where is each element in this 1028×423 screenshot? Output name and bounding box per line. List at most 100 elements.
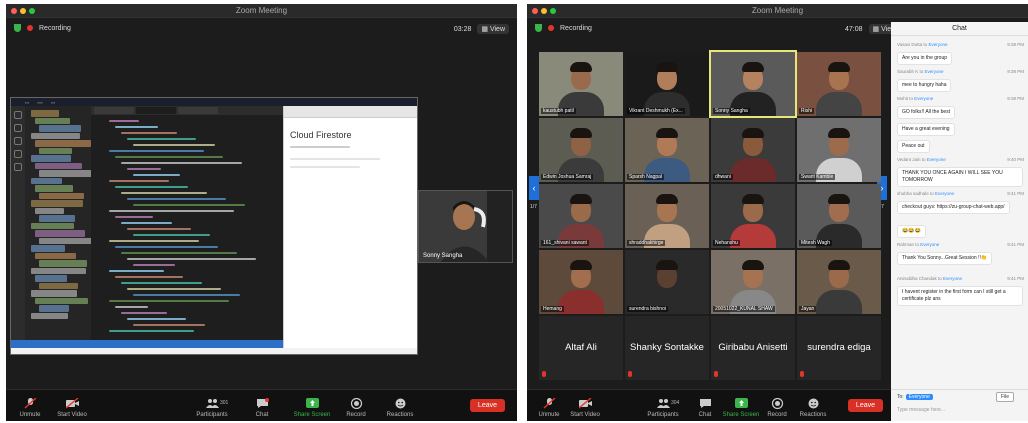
record-dot-icon (27, 25, 33, 31)
chat-button[interactable]: Chat (240, 398, 284, 418)
explorer-file-item[interactable] (35, 185, 73, 192)
participant-tile[interactable]: Hemang (539, 250, 623, 314)
message-time: 9:38 PM (1007, 96, 1024, 101)
participant-tile[interactable]: Nehanshu (711, 184, 795, 248)
explorer-file-item[interactable] (31, 200, 83, 207)
file-button[interactable]: File (995, 392, 1014, 402)
participant-tile[interactable]: Mitesh Wagh (797, 184, 881, 248)
editor-tab[interactable] (178, 107, 218, 114)
participant-tile[interactable]: Vikrant Deshmukh (Ex... (625, 52, 709, 116)
mic-muted-icon (542, 371, 546, 377)
recipient-name: Everyone (924, 69, 944, 74)
explorer-file-item[interactable] (31, 132, 80, 139)
participant-tile[interactable]: 20051022_KUNAL SHAW (711, 250, 795, 314)
explorer-file-item[interactable] (35, 117, 70, 124)
participants-button[interactable]: Participants 304 (641, 398, 685, 418)
files-icon[interactable] (14, 111, 22, 119)
explorer-file-item[interactable] (35, 140, 91, 147)
explorer-file-item[interactable] (31, 155, 71, 162)
participant-hair (742, 128, 764, 138)
start-video-button[interactable]: Start Video (50, 398, 94, 418)
explorer-file-item[interactable] (31, 245, 65, 252)
explorer-file-item[interactable] (31, 267, 86, 274)
explorer-file-item[interactable] (35, 207, 64, 214)
explorer-file-item[interactable] (39, 125, 81, 132)
explorer-file-item[interactable] (35, 252, 76, 259)
participant-tile[interactable]: Edwin Joshua Samraj (539, 118, 623, 182)
shield-icon[interactable] (535, 24, 542, 32)
explorer-file-item[interactable] (39, 260, 87, 267)
code-line (121, 192, 207, 194)
recipient-selector[interactable]: To: Everyone (897, 394, 933, 400)
code-line (127, 228, 191, 230)
explorer-file-item[interactable] (35, 275, 67, 282)
start-video-button[interactable]: Start Video (563, 398, 607, 418)
participant-tile[interactable]: Altaf Ali (539, 316, 623, 380)
participants-count: 301 (220, 400, 229, 406)
editor-tab[interactable] (94, 107, 134, 114)
record-button[interactable]: Record (334, 398, 378, 418)
sender-line: Aniruddha Chandak to Everyone (897, 276, 962, 281)
explorer-file-item[interactable] (39, 192, 84, 199)
participant-hair (742, 194, 764, 204)
participant-tile[interactable]: Jayan (797, 250, 881, 314)
shield-icon[interactable] (14, 24, 21, 32)
participant-tile[interactable]: surendra ediga (797, 316, 881, 380)
participant-name: 20051022_KUNAL SHAW (713, 306, 775, 312)
code-line (133, 204, 245, 206)
editor-tab[interactable] (136, 107, 176, 114)
explorer-file-item[interactable] (39, 237, 96, 244)
chat-input[interactable]: Type message here... (897, 407, 945, 413)
explorer-file-item[interactable] (35, 230, 85, 237)
participant-tile[interactable]: Swarit Kamble (797, 118, 881, 182)
reactions-button[interactable]: Reactions (378, 398, 422, 418)
explorer-file-item[interactable] (35, 297, 88, 304)
message-time: 9:38 PM (1007, 42, 1024, 47)
extensions-icon[interactable] (14, 163, 22, 171)
editor-tabs (91, 106, 283, 115)
participant-tile[interactable]: dhwani (711, 118, 795, 182)
leave-button[interactable]: Leave (469, 399, 505, 412)
video-off-icon (578, 398, 592, 409)
explorer-file-item[interactable] (31, 222, 74, 229)
explorer-file-item[interactable] (31, 290, 77, 297)
chat-label: Chat (255, 412, 269, 418)
explorer-file-item[interactable] (31, 312, 68, 319)
reactions-button[interactable]: Reactions (791, 398, 835, 418)
participant-tile[interactable]: Rishi (797, 52, 881, 116)
speaker-video[interactable]: Sonny Sangha (418, 190, 513, 263)
participant-name: Sparsh Nagpal (627, 174, 665, 180)
participants-label: Participants (647, 412, 679, 418)
participant-tile[interactable]: shraddhakhirge (625, 184, 709, 248)
participant-tile[interactable]: Shanky Sontakke (625, 316, 709, 380)
reactions-label: Reactions (799, 412, 827, 418)
debug-icon[interactable] (14, 150, 22, 158)
participant-tile[interactable]: kaustubh patil (539, 52, 623, 116)
explorer-file-item[interactable] (31, 177, 62, 184)
chat-message: 😂😂😂 (897, 225, 926, 238)
leave-button[interactable]: Leave (847, 399, 883, 412)
chat-message: Peace out (897, 140, 930, 153)
participants-button[interactable]: Participants 301 (190, 398, 234, 418)
explorer-file-item[interactable] (35, 162, 82, 169)
explorer-file-item[interactable] (39, 147, 72, 154)
participant-tile[interactable]: Giribabu Anisetti (711, 316, 795, 380)
search-icon[interactable] (14, 124, 22, 132)
share-screen-button[interactable]: Share Screen (290, 398, 334, 418)
source-control-icon[interactable] (14, 137, 22, 145)
view-button[interactable]: ▦ View (477, 24, 509, 34)
recording-label: Recording (560, 24, 592, 32)
code-line (133, 264, 175, 266)
window-title: Zoom Meeting (235, 6, 288, 15)
unmute-button[interactable]: Unmute (8, 398, 52, 418)
explorer-file-item[interactable] (39, 215, 75, 222)
participant-tile[interactable]: 161_shivani sawant (539, 184, 623, 248)
explorer-file-item[interactable] (39, 282, 78, 289)
participant-tile[interactable]: Sparsh Nagpal (625, 118, 709, 182)
explorer-file-item[interactable] (39, 170, 93, 177)
participant-tile[interactable]: surendra bishnoi (625, 250, 709, 314)
participant-tile[interactable]: Sonny Sangha (709, 50, 797, 118)
prev-page-button[interactable]: ‹ (529, 176, 539, 200)
explorer-file-item[interactable] (31, 110, 59, 117)
explorer-file-item[interactable] (39, 305, 69, 312)
